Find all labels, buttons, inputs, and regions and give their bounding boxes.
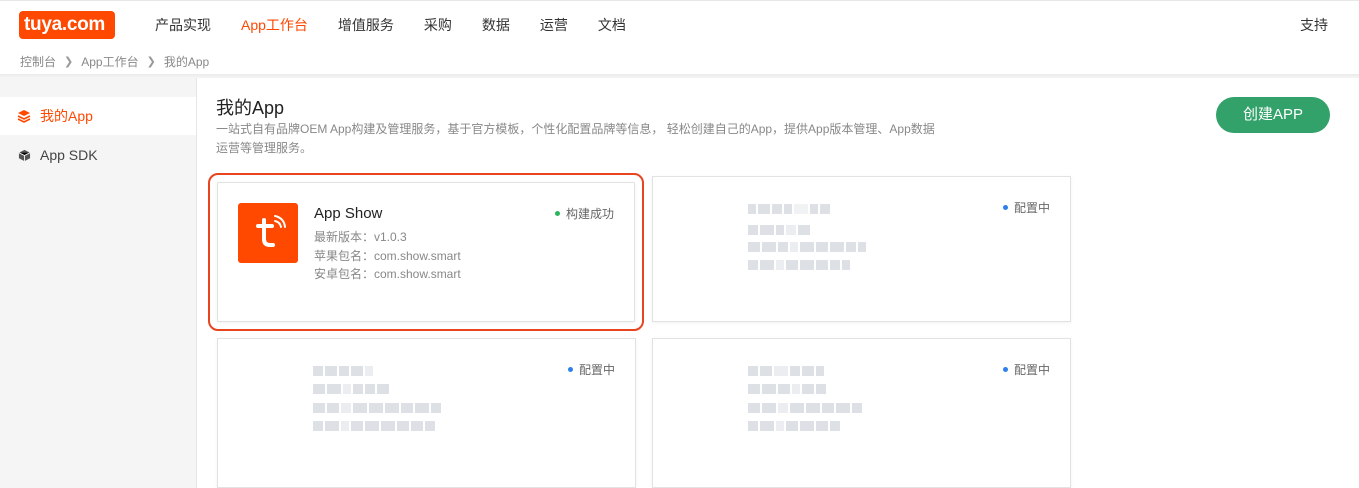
chevron-right-icon: ❯	[146, 55, 156, 68]
main-content: 我的App 一站式自有品牌OEM App构建及管理服务，基于官方模板，个性化配置…	[197, 78, 1359, 488]
sidebar-item-my-app[interactable]: 我的App	[0, 97, 196, 135]
breadcrumb-console[interactable]: 控制台	[20, 53, 56, 70]
status-text: 配置中	[1013, 363, 1050, 377]
tuya-logo[interactable]: tuya.com	[19, 11, 115, 39]
sidebar: 我的App App SDK	[0, 78, 197, 488]
redacted-text	[748, 366, 824, 376]
redacted-text	[748, 403, 862, 413]
sidebar-item-app-sdk[interactable]: App SDK	[0, 136, 196, 174]
main-nav: 产品实现 App工作台 增值服务 采购 数据 运营 文档	[140, 1, 641, 49]
layers-icon	[17, 109, 31, 123]
create-app-button[interactable]: 创建APP	[1216, 97, 1330, 133]
ios-package: 苹果包名：com.show.smart	[314, 249, 461, 263]
status-dot	[554, 211, 560, 216]
breadcrumb-app-workbench[interactable]: App工作台	[81, 53, 138, 70]
breadcrumb-my-app: 我的App	[163, 54, 210, 69]
sidebar-item-label: 我的App	[40, 108, 93, 124]
app-card-app-show[interactable]: App Show 最新版本：v1.0.3 苹果包名：com.show.smart…	[208, 173, 644, 331]
redacted-text	[748, 421, 840, 431]
app-card-redacted[interactable]: 配置中	[217, 338, 636, 488]
status-badge: 配置中	[567, 361, 615, 378]
nav-item-app-workbench[interactable]: App工作台	[226, 1, 323, 49]
redacted-text	[748, 204, 830, 214]
page-title: 我的App	[216, 98, 285, 118]
redacted-text	[313, 403, 441, 413]
support-link[interactable]: 支持	[1300, 1, 1328, 49]
app-version: 最新版本：v1.0.3	[314, 230, 407, 244]
redacted-text	[313, 384, 389, 394]
breadcrumb: 控制台 ❯ App工作台 ❯ 我的App	[20, 48, 209, 74]
nav-item-operations[interactable]: 运营	[525, 1, 583, 49]
chevron-right-icon: ❯	[64, 55, 74, 68]
app-card-redacted[interactable]: 配置中	[652, 338, 1071, 488]
status-badge: 构建成功	[554, 205, 614, 222]
redacted-text	[748, 384, 826, 394]
status-dot	[1002, 367, 1008, 372]
top-navbar: tuya.com 产品实现 App工作台 增值服务 采购 数据 运营 文档 支持	[0, 0, 1359, 48]
redacted-text	[313, 421, 435, 431]
status-text: 配置中	[578, 363, 615, 377]
status-dot	[567, 367, 573, 372]
redacted-text	[313, 366, 373, 376]
nav-item-docs[interactable]: 文档	[583, 1, 641, 49]
nav-item-product[interactable]: 产品实现	[140, 1, 226, 49]
redacted-text	[748, 260, 850, 270]
status-badge: 配置中	[1002, 361, 1050, 378]
sidebar-item-label: App SDK	[40, 147, 98, 163]
android-package: 安卓包名：com.show.smart	[314, 267, 461, 281]
app-card-redacted[interactable]: 配置中	[652, 176, 1071, 322]
redacted-text	[748, 242, 866, 252]
page-description: 一站式自有品牌OEM App构建及管理服务，基于官方模板，个性化配置品牌等信息，…	[216, 122, 935, 155]
nav-item-value-added[interactable]: 增值服务	[323, 1, 409, 49]
app-show-logo-icon	[238, 203, 298, 263]
status-badge: 配置中	[1002, 199, 1050, 216]
redacted-text	[748, 225, 810, 235]
nav-item-data[interactable]: 数据	[467, 1, 525, 49]
cube-icon	[17, 148, 31, 162]
status-text: 配置中	[1013, 201, 1050, 215]
nav-item-purchase[interactable]: 采购	[409, 1, 467, 49]
app-name: App Show	[314, 205, 383, 222]
status-text: 构建成功	[565, 207, 614, 221]
status-dot	[1002, 205, 1008, 210]
